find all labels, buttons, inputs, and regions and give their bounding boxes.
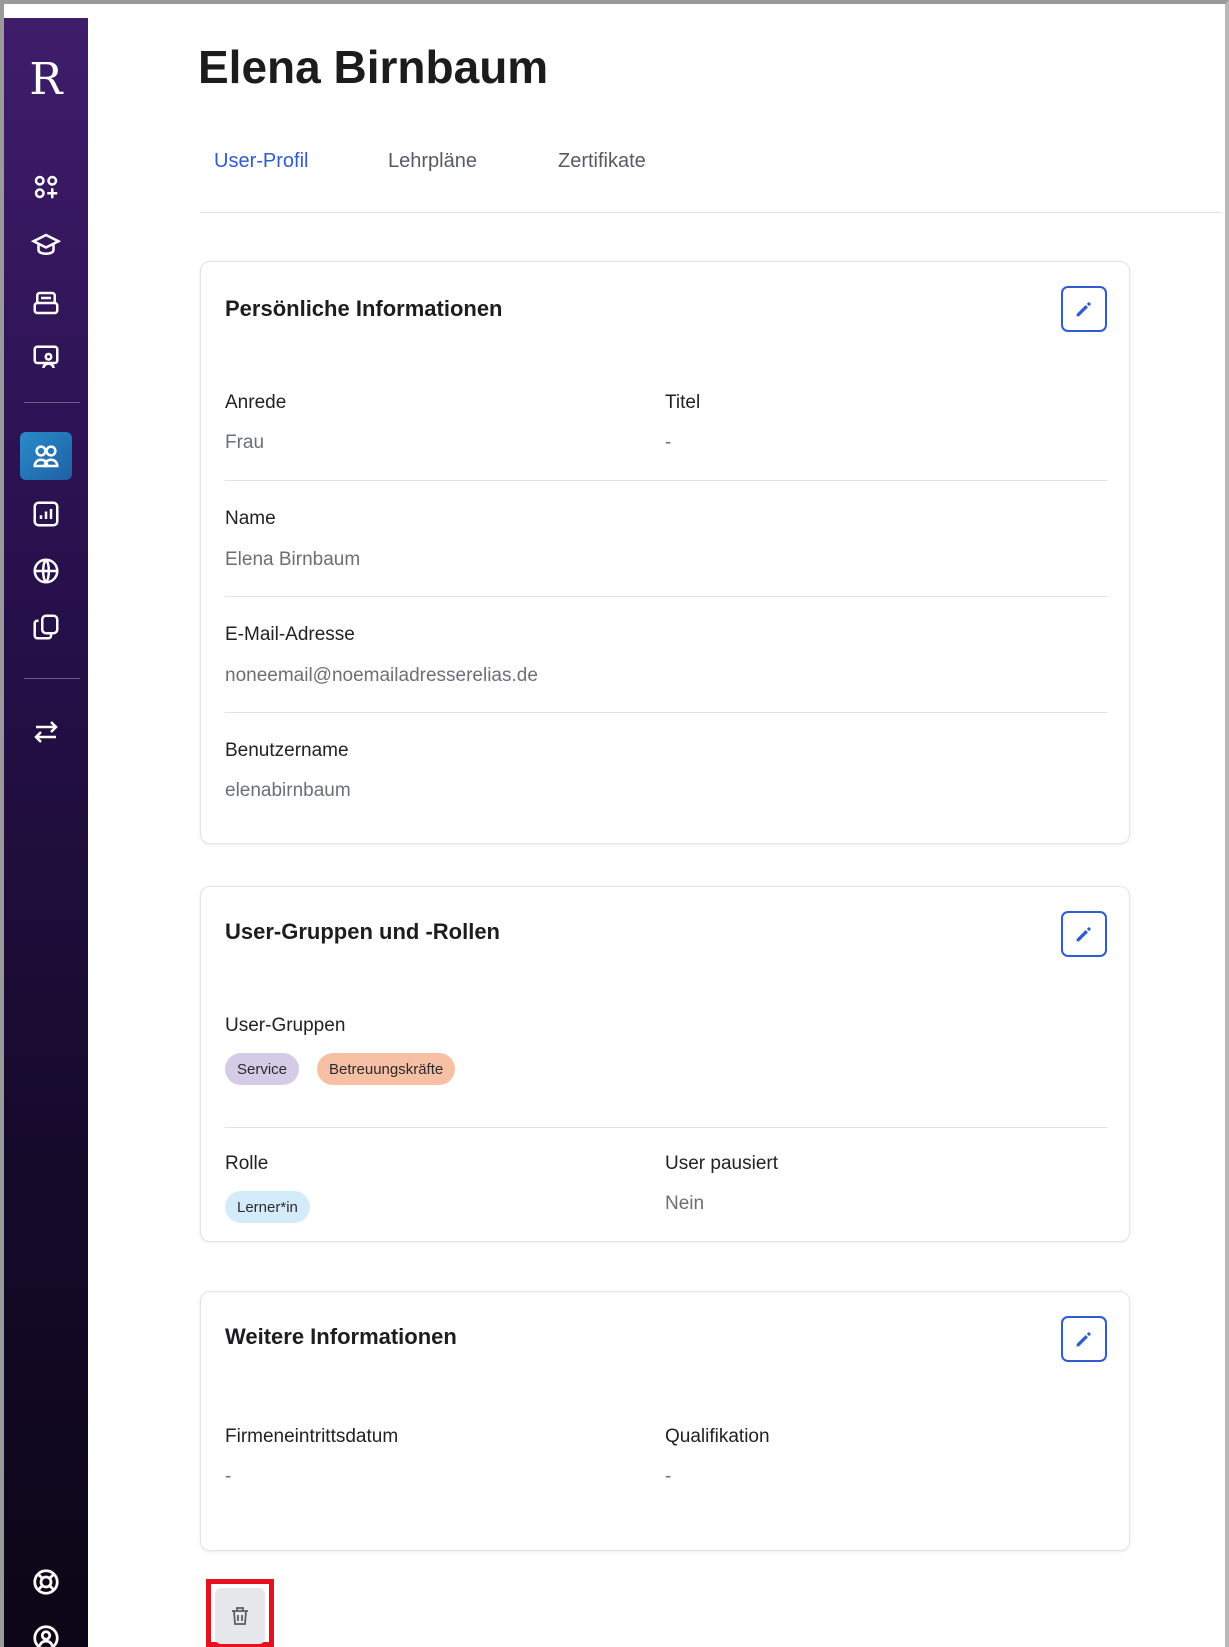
name-value: Elena Birnbaum [225,549,361,570]
personal-info-card: Persönliche Informationen Anrede Frau Ti… [200,261,1130,844]
email-label: E-Mail-Adresse [225,624,355,645]
anrede-value: Frau [225,432,265,453]
user-account-icon[interactable] [20,1614,72,1647]
edit-personal-info-button[interactable] [1061,286,1107,332]
presentation-icon[interactable] [20,334,72,382]
user-groups-label: User-Gruppen [225,1015,346,1036]
titel-label: Titel [665,392,701,413]
user-paused-value: Nein [665,1193,705,1214]
user-groups-card: User-Gruppen und -Rollen User-Gruppen Se… [200,886,1130,1242]
users-icon[interactable] [20,432,72,480]
user-paused-label: User pausiert [665,1153,778,1174]
pencil-icon [1076,1332,1091,1347]
name-label: Name [225,508,276,529]
globe-icon[interactable] [20,547,72,595]
card-title: User-Gruppen und -Rollen [225,919,500,944]
graduation-cap-icon[interactable] [20,221,72,269]
delete-user-button[interactable] [215,1588,265,1644]
copy-icon[interactable] [20,603,72,651]
report-chart-icon[interactable] [20,490,72,538]
sidebar-divider [24,678,80,679]
divider [225,1127,1107,1128]
email-value: noneemail@noemailadresserelias.de [225,665,538,686]
divider [225,596,1107,597]
role-chip: Lerner*in [225,1191,310,1223]
card-title: Weitere Informationen [225,1324,457,1349]
trash-icon [232,1607,248,1625]
tab-user-profil[interactable]: User-Profil [214,150,308,173]
dashboard-icon[interactable] [20,163,72,211]
qualification-value: - [665,1466,672,1487]
card-title: Persönliche Informationen [225,296,503,321]
tab-zertifikate[interactable]: Zertifikate [558,150,646,173]
divider [225,480,1107,481]
entry-date-label: Firmeneintrittsdatum [225,1426,399,1447]
app-logo[interactable]: R [4,58,88,102]
entry-date-value: - [225,1466,232,1487]
anrede-label: Anrede [225,392,287,413]
sidebar-divider [24,402,80,403]
main-content: Elena Birnbaum User-Profil Lehrpläne Zer… [88,18,1221,1647]
page-title: Elena Birnbaum [198,41,549,93]
qualification-label: Qualifikation [665,1426,770,1447]
delete-highlight-box [206,1579,274,1647]
edit-more-info-button[interactable] [1061,1316,1107,1362]
tabs-divider [200,212,1221,213]
lifebuoy-icon[interactable] [20,1558,72,1606]
group-chip-service: Service [225,1053,300,1085]
pencil-icon [1076,927,1091,942]
tab-lehrplaene[interactable]: Lehrpläne [388,150,477,173]
username-value: elenabirnbaum [225,780,351,801]
pencil-icon [1076,302,1091,317]
titel-value: - [665,432,672,453]
inbox-icon[interactable] [20,279,72,327]
role-label: Rolle [225,1153,269,1174]
sidebar-nav: R [4,18,88,1647]
more-info-card: Weitere Informationen Firmeneintrittsdat… [200,1291,1130,1551]
divider [225,712,1107,713]
username-label: Benutzername [225,740,349,761]
edit-user-groups-button[interactable] [1061,911,1107,957]
swap-arrows-icon[interactable] [20,708,72,756]
group-chip-betreuungskraefte: Betreuungskräfte [317,1053,456,1085]
